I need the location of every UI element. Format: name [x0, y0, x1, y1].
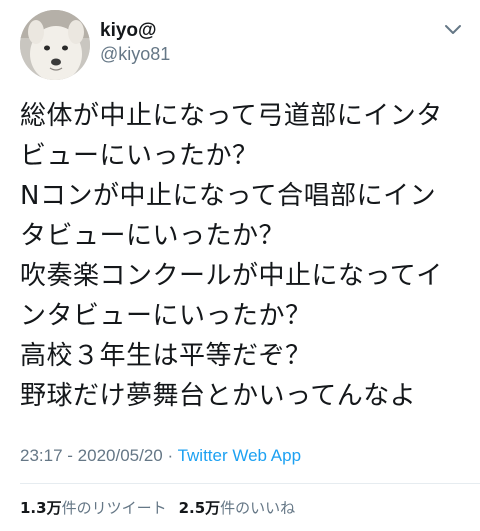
likes-stat[interactable]: 2.5万件のいいね [179, 499, 296, 517]
tweet-text-line: Nコンが中止になって合唱部にイン [20, 181, 437, 211]
tweet-text-line: 高校３年生は平等だぞ？ [20, 341, 312, 371]
tweet-text-line: タビューにいったか？ [20, 221, 286, 251]
meta-separator: - [62, 446, 78, 465]
tweet-text-line: 吹奏楽コンクールが中止になってイ [20, 261, 443, 291]
retweets-stat[interactable]: 1.3万件のリツイート [20, 499, 167, 517]
tweet-meta: 23:17 - 2020/05/20 · Twitter Web App [20, 444, 301, 468]
likes-count: 2.5万 [178, 499, 221, 517]
dog-avatar-icon [20, 10, 90, 80]
avatar[interactable] [20, 10, 90, 80]
tweet-card: kiyo@ @kiyo81 総体が中止になって弓道部にインタ ビューにいったか？… [0, 0, 480, 531]
retweets-count: 1.3万 [20, 499, 62, 517]
tweet-time[interactable]: 23:17 [20, 446, 63, 465]
tweet-stats: 1.3万件のリツイート 2.5万件のいいね [20, 497, 295, 519]
source-app-link[interactable]: Twitter Web App [178, 446, 301, 465]
user-handle[interactable]: @kiyo81 [100, 42, 170, 66]
tweet-text-line: 野球だけ夢舞台とかいってんなよ [20, 381, 417, 411]
display-name[interactable]: kiyo@ [100, 20, 170, 42]
tweet-date[interactable]: 2020/05/20 [78, 446, 163, 465]
user-names: kiyo@ @kiyo81 [100, 20, 170, 66]
tweet-text-line: ンタビューにいったか？ [20, 301, 312, 331]
tweet-text-line: ビューにいったか？ [20, 141, 259, 171]
retweets-label: 件のリツイート [61, 499, 167, 517]
likes-label: 件のいいね [220, 499, 296, 517]
chevron-down-icon[interactable] [444, 24, 462, 36]
divider [20, 483, 480, 484]
tweet-text-line: 総体が中止になって弓道部にインタ [20, 101, 443, 131]
meta-separator: · [162, 446, 178, 465]
tweet-text: 総体が中止になって弓道部にインタ ビューにいったか？ Nコンが中止になって合唱部… [20, 96, 470, 416]
tweet-header: kiyo@ @kiyo81 [20, 10, 462, 80]
